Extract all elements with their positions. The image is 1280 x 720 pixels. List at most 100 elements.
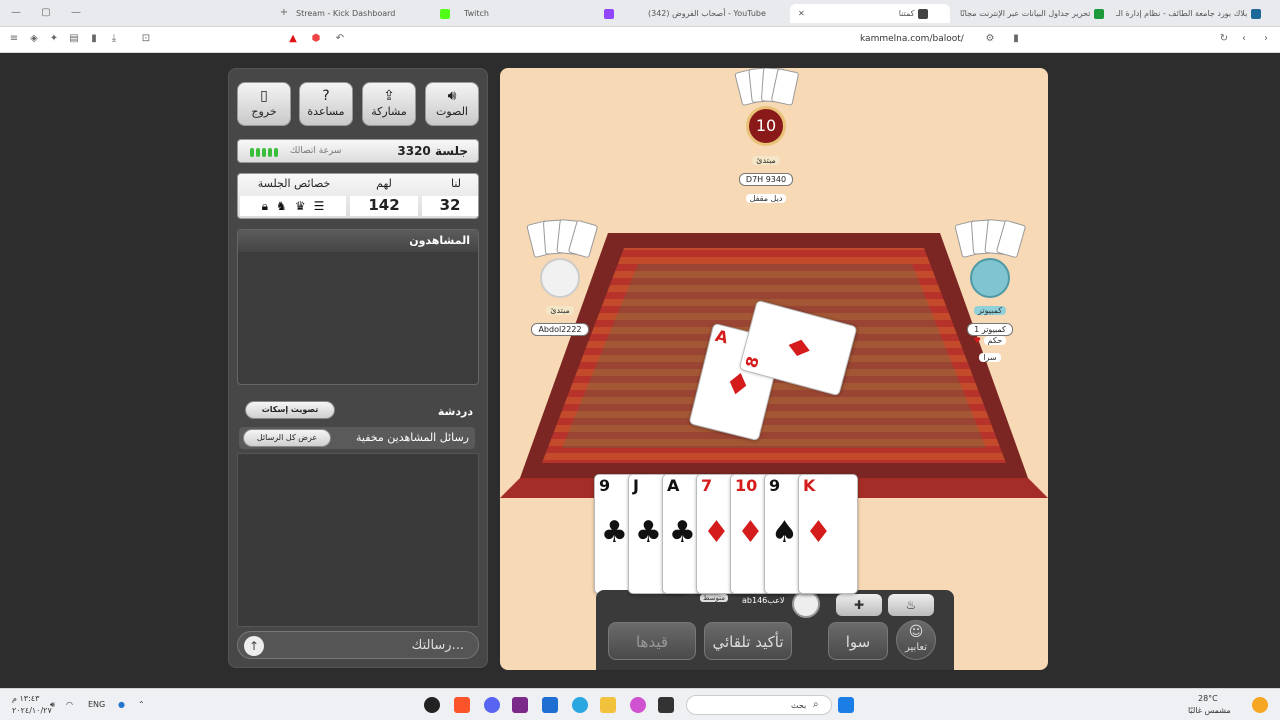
shield-icon[interactable]: ◈ [28,33,40,45]
terminal-icon[interactable] [658,697,674,713]
close-window-icon[interactable]: — [70,7,82,19]
close-tab-icon[interactable]: ✕ [798,9,805,18]
tab-blackboard-label: بلاك بورد جامعة الطائف - نظام إدارة الـ [1116,9,1248,18]
left-player-avatar[interactable] [540,258,580,298]
chevron-up-icon[interactable]: ⌃ [138,700,145,709]
window-menu-icon[interactable]: — [10,7,22,19]
card-rank: 9 [769,476,781,495]
undo-icon[interactable]: ↶ [334,33,346,45]
download-icon[interactable]: ⤓ [108,33,120,45]
right-player-tag-hokm: حكم [983,336,1007,345]
reader-icon[interactable]: ▮ [88,33,100,45]
tab-twitch[interactable]: Twitch [440,4,590,23]
sound-button[interactable]: 🔊︎ الصوت [425,82,479,126]
kammelna-icon [918,8,929,19]
door-icon: ▯ [260,88,268,104]
brave-icon[interactable] [454,697,470,713]
question-icon: ? [322,88,330,104]
search-icon: ⌕ [813,699,819,710]
chat-header: دردشة تصويت إسكات [237,399,479,425]
card-rank: A [713,325,731,348]
url-text[interactable]: kammelna.com/baloot/ [860,34,964,44]
brave-shield-icon[interactable]: ⬢ [310,33,322,45]
right-player-cards [950,218,1030,259]
help-label: مساعدة [307,105,345,118]
windows-icon[interactable] [838,697,854,713]
send-icon[interactable]: ↑ [244,636,264,656]
game-table: 10 مبتدئ D7H 9340 ديل مقفل مبتدئ Abdol22… [500,68,1048,670]
copilot-icon[interactable] [630,697,646,713]
mic-icon[interactable]: ● [118,700,125,709]
kick-icon [440,8,450,19]
session-title: جلسة 3320 [397,144,468,158]
tab-kammelna-label: كمتنا [898,9,915,18]
brave-rewards-icon[interactable]: ▲ [287,33,299,45]
extensions-icon[interactable]: ✦ [48,33,60,45]
tab-blackboard[interactable]: بلاك بورد جامعة الطائف - نظام إدارة الـ [1116,4,1276,23]
forward-icon[interactable]: ‹ [1238,33,1250,45]
search-label: بحث [791,701,807,710]
wifi-icon[interactable]: ◠ [66,700,73,709]
bookmark-icon[interactable]: ▮ [1010,33,1022,45]
fire-button[interactable]: ♨ [888,594,934,616]
turn-timer: 10 [746,106,786,146]
new-tab-icon[interactable]: + [278,7,290,19]
store-icon[interactable] [542,697,558,713]
mute-vote-button[interactable]: تصويت إسكات [245,401,335,419]
card-suit-icon: ♣ [601,515,628,550]
qaidha-button[interactable]: قيدها [608,622,696,660]
clock-time[interactable]: ١٣:٤٣ م [12,694,39,703]
my-avatar[interactable] [792,590,820,618]
reload-icon[interactable]: ↻ [1218,33,1230,45]
tab-kammelna[interactable]: ✕ كمتنا [790,4,950,23]
weather-desc[interactable]: مشمس غالبًا [1188,706,1231,715]
weather-temp[interactable]: 28°C [1198,694,1218,703]
spectator-msgs-label: رسائل المشاهدين مخفية [356,431,469,444]
sound-label: الصوت [436,105,468,118]
emotes-button[interactable]: ☺ تعابير [896,620,936,660]
screenshot-icon[interactable]: ⊡ [140,33,152,45]
card-suit-icon: ♠ [771,515,798,550]
back-icon[interactable]: › [1260,33,1272,45]
sidebar-menu-icon[interactable]: ≡ [8,33,20,45]
clock-date[interactable]: ٢٠٢٤/١٠/٢٧ [12,706,52,715]
card-suit-icon: ♦ [805,515,832,550]
help-button[interactable]: ? مساعدة [299,82,353,126]
obs-icon[interactable] [424,697,440,713]
restore-icon[interactable]: ▢ [40,7,52,19]
volume-icon[interactable]: 🔊︎ [50,700,55,710]
card-rank: 10 [735,476,758,495]
address-bar: ≡ ◈ ✦ ▤ ▮ ⤓ ⊡ ▲ ⬢ ↶ kammelna.com/baloot/… [0,27,1280,53]
share-button[interactable]: ⇪ مشاركة [362,82,416,126]
auto-confirm-button[interactable]: تأكيد تلقائي [704,622,792,660]
left-player-rank: مبتدئ [546,306,574,315]
taskbar: ١٣:٤٣ م ٢٠٢٤/١٠/٢٧ 🔊︎ ◠ ENG ● ⌃ بحث ⌕ 28… [0,688,1280,720]
spectator-msgs-row: عرض كل الرسائل رسائل المشاهدين مخفية [239,427,475,449]
hand-card[interactable]: K ♦ [798,474,858,594]
sun-icon[interactable] [1252,697,1268,713]
right-player-avatar[interactable] [970,258,1010,298]
show-all-button[interactable]: عرض كل الرسائل [243,429,331,447]
top-player-name[interactable]: D7H 9340 [738,173,794,186]
tab-sheets[interactable]: تحرير جداول البيانات عبر الإنترنت مجانًا [960,4,1110,23]
heart-icon: ♥ [973,336,981,345]
sawa-button[interactable]: سوا [828,622,888,660]
browser-tab-bar: — ▢ — + Stream - Kick Dashboard Twitch (… [0,0,1280,27]
exit-label: خروج [251,105,277,118]
edge-icon[interactable] [572,697,588,713]
site-settings-icon[interactable]: ⚙ [984,33,996,45]
tab-list-icon[interactable]: ▤ [68,33,80,45]
tab-youtube[interactable]: (342) أصحاب الفروض - YouTube [604,4,784,23]
gift-button[interactable]: ✚ [836,594,882,616]
right-player-name[interactable]: كمبيوتر 1 [967,323,1013,336]
left-player-name[interactable]: Abdol2222 [531,323,589,336]
app-icon[interactable] [512,697,528,713]
search-box[interactable]: بحث ⌕ [686,695,832,715]
tab-kick[interactable]: Stream - Kick Dashboard [296,4,426,23]
language-indicator[interactable]: ENG [88,700,105,709]
exit-button[interactable]: ▯ خروج [237,82,291,126]
folder-icon[interactable] [600,697,616,713]
discord-icon[interactable] [484,697,500,713]
card-rank: A [667,476,680,495]
message-input[interactable]: ↑ رسالتك... [237,631,479,659]
